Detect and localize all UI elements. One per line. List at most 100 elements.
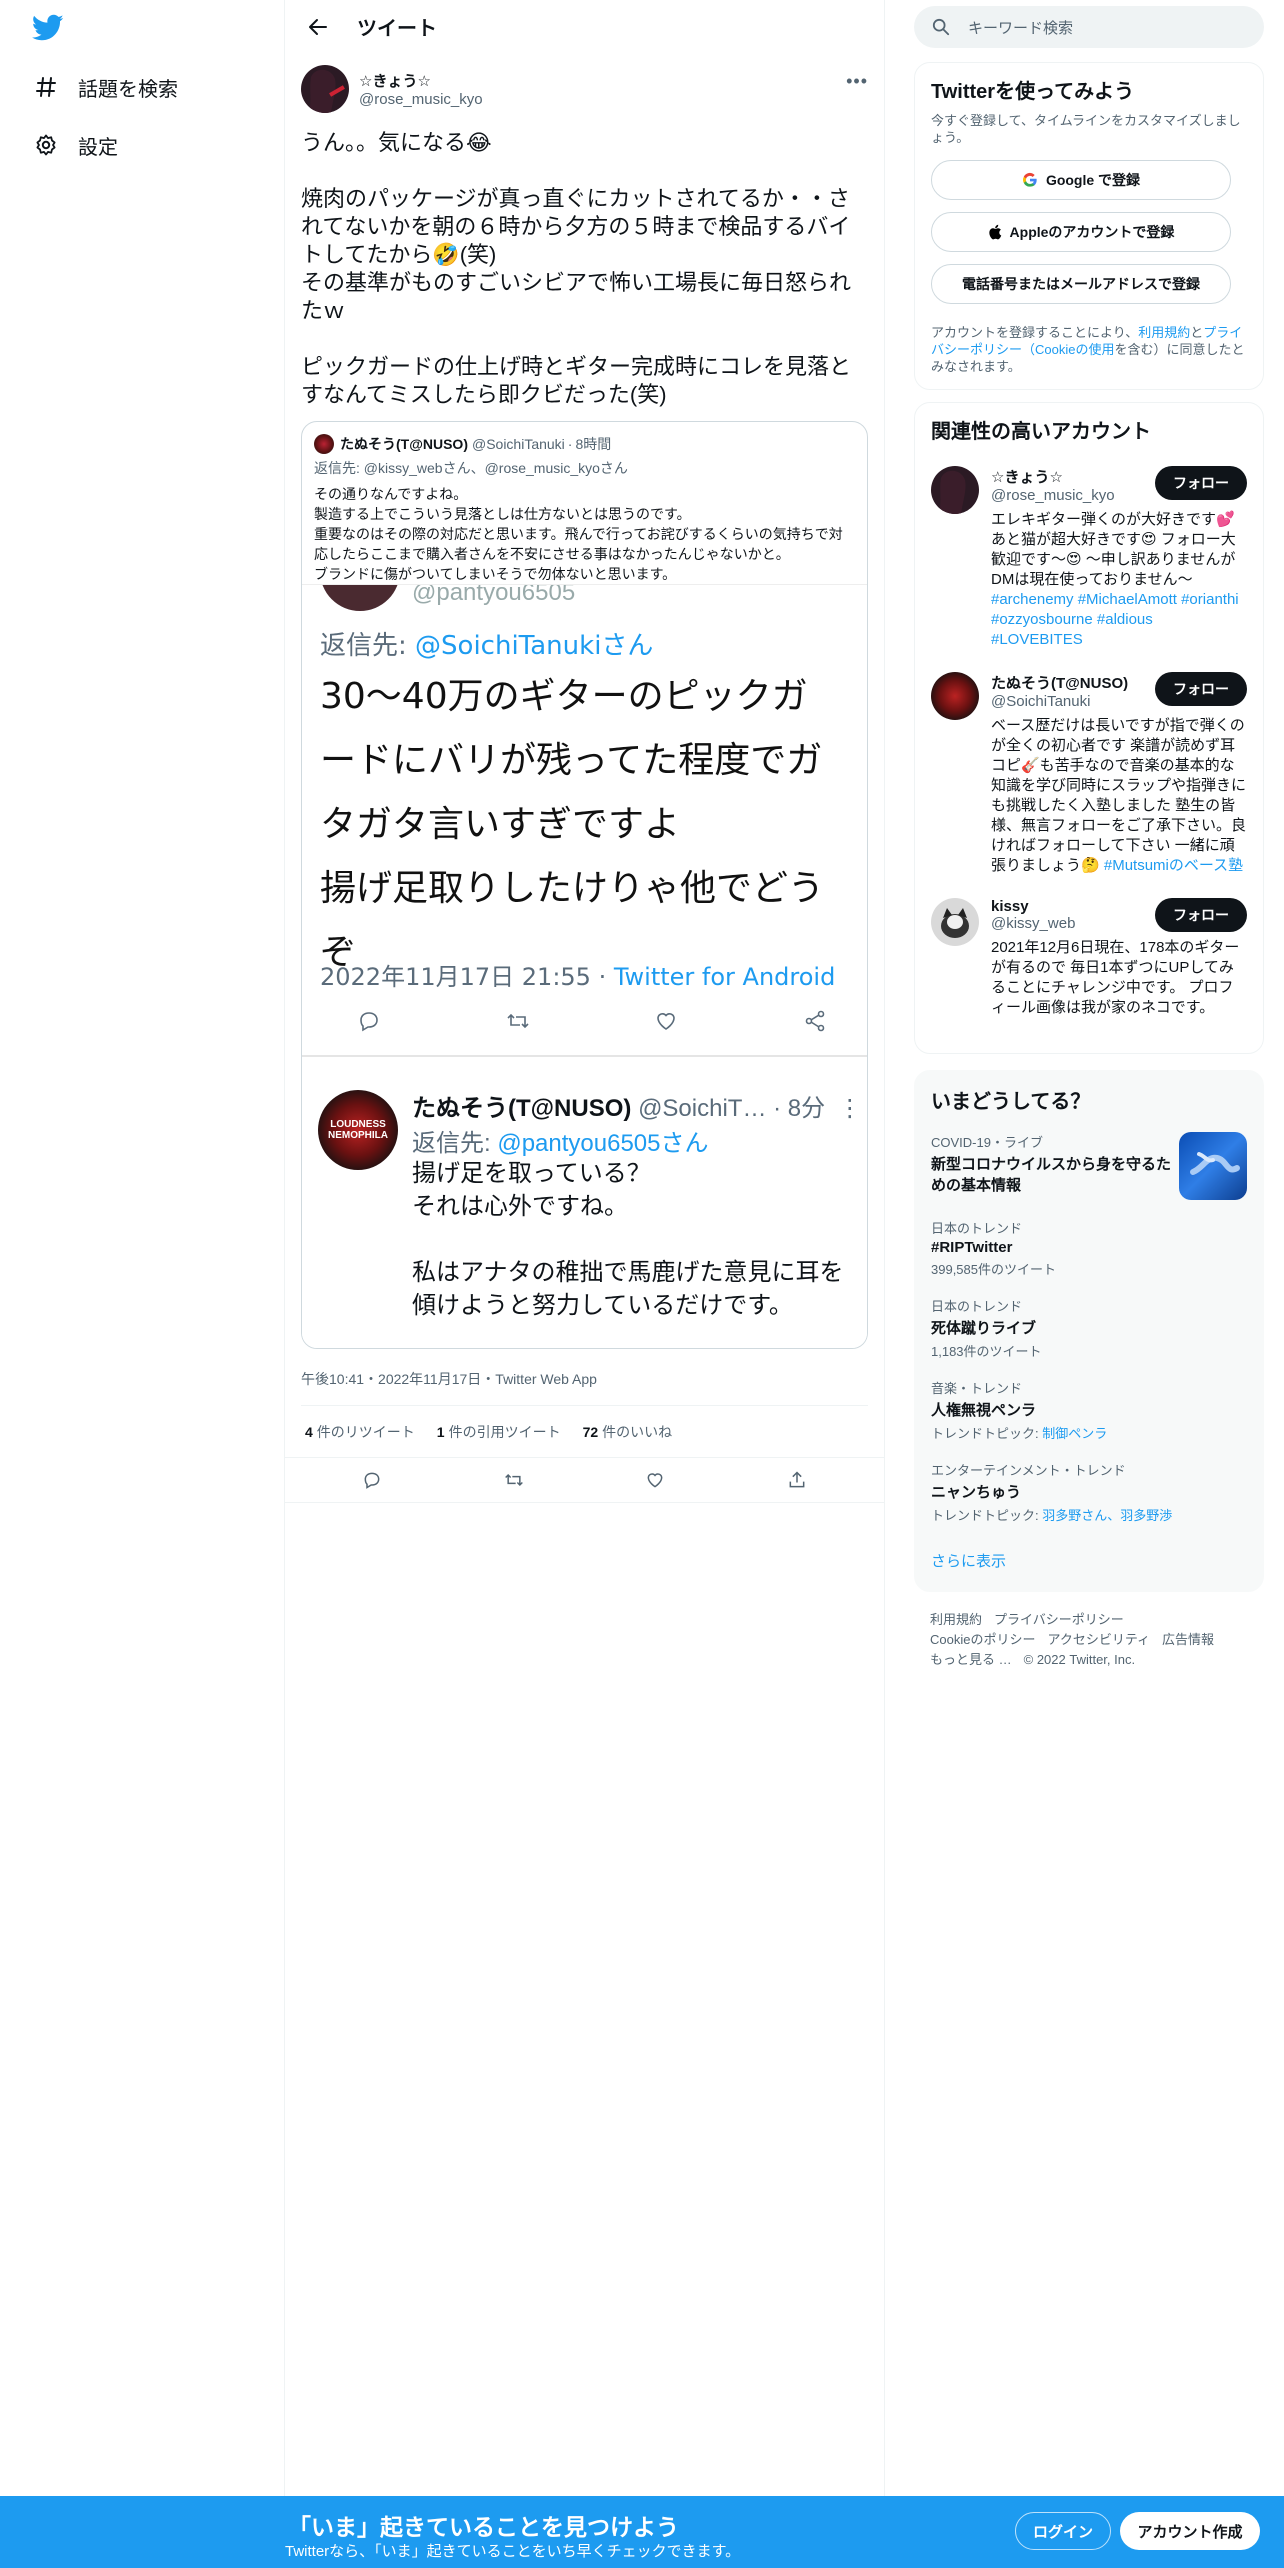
phone-email-signup-label: 電話番号またはメールアドレスで登録 xyxy=(962,276,1200,292)
bottom-bar-title: 「いま」起きていることを見つけよう xyxy=(288,2514,679,2540)
account-item[interactable]: ☆きょう☆ @rose_music_kyo フォロー エレキギター弾くのが大好き… xyxy=(931,466,1247,650)
reply-to-user: @SoichiTanukiさん xyxy=(415,631,654,661)
trends-card: いまどうしてる？ COVID-19・ライブ 新型コロナウイルスから身を守るための… xyxy=(914,1070,1264,1592)
page-title: ツイート xyxy=(357,18,437,40)
signup-terms: アカウントを登録することにより、利用規約とプライバシーポリシー（Cookieの使… xyxy=(931,324,1247,375)
follow-button[interactable]: フォロー xyxy=(1155,466,1247,500)
nav-explore[interactable]: 話題を検索 xyxy=(32,67,178,107)
trend-item[interactable]: 日本のトレンド 死体蹴りライブ 1,183件のツイート xyxy=(931,1296,1247,1360)
trend-topics-link[interactable]: 羽多野さん、羽多野渉 xyxy=(1042,1508,1172,1523)
trend-name: 新型コロナウイルスから身を守るための基本情報 xyxy=(931,1156,1172,1194)
footer-link-cookies[interactable]: Cookieのポリシー xyxy=(930,1632,1035,1647)
retweet-count-value: 4 xyxy=(305,1423,313,1440)
footer-link-accessibility[interactable]: アクセシビリティ xyxy=(1047,1632,1150,1647)
screenshot-source: Twitter for Android xyxy=(613,963,836,991)
footer-link-terms[interactable]: 利用規約 xyxy=(930,1612,982,1627)
trend-item[interactable]: エンターテインメント・トレンド ニャンちゅう トレンドトピック: 羽多野さん、羽… xyxy=(931,1460,1247,1524)
trend-context: エンターテインメント・トレンド xyxy=(931,1463,1126,1478)
quote-text: その通りなんですよね。 製造する上でこういう見落としは仕方ないとは思うのです。 … xyxy=(314,486,843,582)
reply-prefix: 返信先: xyxy=(412,1130,498,1157)
footer-copyright: © 2022 Twitter, Inc. xyxy=(1023,1652,1136,1667)
avatar[interactable] xyxy=(931,672,979,720)
trend-item[interactable]: 音楽・トレンド 人権無視ペンラ トレンドトピック: 制御ペンラ xyxy=(931,1378,1247,1442)
bottom-signup-bar: 「いま」起きていることを見つけよう Twitterなら、「いま」起きていることを… xyxy=(0,2496,1284,2568)
footer-link-privacy[interactable]: プライバシーポリシー xyxy=(994,1612,1124,1627)
follow-button[interactable]: フォロー xyxy=(1155,898,1247,932)
like-count[interactable]: 72 件のいいね xyxy=(583,1422,673,1442)
screenshot-divider xyxy=(302,1055,867,1057)
footer-link-ads[interactable]: 広告情報 xyxy=(1162,1632,1214,1647)
footer-link-more[interactable]: もっと見る … xyxy=(930,1652,1012,1667)
tweet-author-handle[interactable]: @rose_music_kyo xyxy=(359,91,483,108)
avatar[interactable] xyxy=(301,65,349,113)
account-bio: 2021年12月6日現在、178本のギターが有るので 毎日1本ずつにUPしてみる… xyxy=(991,939,1240,1016)
account-bio-text: エレキギター弾くのが大好きです💕あと猫が超大好きです😍 フォロー大歓迎です～😍 … xyxy=(991,511,1236,588)
search-placeholder: キーワード検索 xyxy=(968,19,1074,37)
gear-icon xyxy=(32,131,60,159)
terms-text: アカウントを登録することにより、 xyxy=(931,325,1139,340)
avatar[interactable] xyxy=(931,466,979,514)
like-count-value: 72 xyxy=(582,1423,599,1440)
trend-topics-link[interactable]: 制御ペンラ xyxy=(1042,1426,1107,1441)
retweet-icon xyxy=(506,1009,530,1033)
google-icon xyxy=(1022,172,1038,188)
like-icon[interactable] xyxy=(643,1468,667,1492)
account-item[interactable]: たぬそう(T@NUSO) @SoichiTanuki フォロー ベース歴だけは長… xyxy=(931,672,1247,876)
follow-button[interactable]: フォロー xyxy=(1155,672,1247,706)
account-bio-hashtags[interactable]: #Mutsumiのベース塾 xyxy=(1104,857,1243,874)
tweet-author-name[interactable]: ☆きょう☆ xyxy=(359,70,483,91)
apple-signup-button[interactable]: Appleのアカウントで登録 xyxy=(931,212,1231,252)
retweet-count-label: 件のリツイート xyxy=(316,1423,415,1440)
google-signup-button[interactable]: Google で登録 xyxy=(931,160,1231,200)
reply-icon[interactable] xyxy=(360,1468,384,1492)
trend-context: 日本のトレンド xyxy=(931,1221,1023,1236)
trend-item[interactable]: COVID-19・ライブ 新型コロナウイルスから身を守るための基本情報 xyxy=(931,1132,1247,1200)
reply-to-user: @pantyou6505さん xyxy=(497,1130,709,1157)
screenshot-text: 30〜40万のギターのピックガードにバリが残ってた程度でガタガタ言いすぎですよ … xyxy=(320,676,825,973)
nav-settings-label: 設定 xyxy=(78,136,118,159)
share-icon xyxy=(803,1009,827,1033)
related-accounts-card: 関連性の高いアカウント ☆きょう☆ @rose_music_kyo フォロー エ… xyxy=(914,402,1264,1054)
terms-text: と xyxy=(1190,325,1204,340)
account-bio-text: ベース歴だけは長いですが指で弾くのが全くの初心者です 楽譜が読めず耳コピ🎸も苦手… xyxy=(991,717,1247,874)
avatar xyxy=(314,434,334,454)
screenshot-reply2-text: 揚げ足を取っている？ それは心外ですね。 私はアナタの稚拙で馬鹿げた意見に耳を傾… xyxy=(412,1160,844,1319)
quote-author-handle: @SoichiTanuki xyxy=(471,436,565,452)
twitter-logo-icon[interactable] xyxy=(31,14,66,44)
related-title: 関連性の高いアカウント xyxy=(931,421,1151,443)
screenshot-reply-author: たぬそう(T@NUSO) xyxy=(412,1095,632,1122)
login-button[interactable]: ログイン xyxy=(1015,2512,1111,2550)
quoted-tweet[interactable]: たぬそう(T@NUSO) @SoichiTanuki · 8時間 返信先: @k… xyxy=(301,421,868,1349)
signup-title: Twitterを使ってみよう xyxy=(931,81,1135,103)
trend-topics: トレンドトピック: 制御ペンラ xyxy=(931,1423,1247,1442)
account-item[interactable]: kissy @kissy_web フォロー 2021年12月6日現在、178本の… xyxy=(931,898,1247,1018)
quote-count[interactable]: 1 件の引用ツイート xyxy=(437,1422,561,1442)
quote-time: 8時間 xyxy=(575,436,612,452)
footer-links: 利用規約 プライバシーポリシー Cookieのポリシー アクセシビリティ 広告情報 も… xyxy=(930,1610,1250,1670)
signup-button[interactable]: アカウント作成 xyxy=(1120,2512,1260,2550)
screenshot-reply-handle: @SoichiT… xyxy=(638,1095,767,1122)
account-bio-hashtags[interactable]: #archenemy #MichaelAmott #orianthi #ozzy… xyxy=(991,591,1239,648)
nav-settings[interactable]: 設定 xyxy=(32,125,118,165)
retweet-icon[interactable] xyxy=(502,1468,526,1492)
search-input[interactable]: キーワード検索 xyxy=(914,6,1264,48)
back-arrow-icon[interactable] xyxy=(301,10,335,44)
show-more-link[interactable]: さらに表示 xyxy=(931,1550,1247,1571)
cropped-handle: @pantyou6505 xyxy=(412,584,576,606)
share-icon[interactable] xyxy=(785,1468,809,1492)
quote-reply-to: 返信先: @kissy_webさん、@rose_music_kyoさん xyxy=(302,454,867,478)
phone-email-signup-button[interactable]: 電話番号またはメールアドレスで登録 xyxy=(931,264,1231,304)
quote-author-name: たぬそう(T@NUSO) xyxy=(340,436,468,452)
quote-count-value: 1 xyxy=(436,1423,445,1440)
avatar[interactable] xyxy=(931,898,979,946)
retweet-count[interactable]: 4 件のリツイート xyxy=(305,1422,415,1442)
trend-item[interactable]: 日本のトレンド #RIPTwitter 399,585件のツイート xyxy=(931,1218,1247,1278)
like-count-label: 件のいいね xyxy=(602,1423,673,1440)
more-options-icon[interactable]: ••• xyxy=(846,71,868,92)
tweet-timestamp[interactable]: 午後10:41・2022年11月17日・Twitter Web App xyxy=(301,1369,868,1391)
terms-link[interactable]: 利用規約 xyxy=(1138,325,1190,340)
trend-context: 日本のトレンド xyxy=(931,1299,1023,1314)
like-icon xyxy=(654,1009,678,1033)
trend-name: 死体蹴りライブ xyxy=(931,1320,1037,1337)
tweet-stats: 4 件のリツイート 1 件の引用ツイート 72 件のいいね xyxy=(301,1405,868,1457)
